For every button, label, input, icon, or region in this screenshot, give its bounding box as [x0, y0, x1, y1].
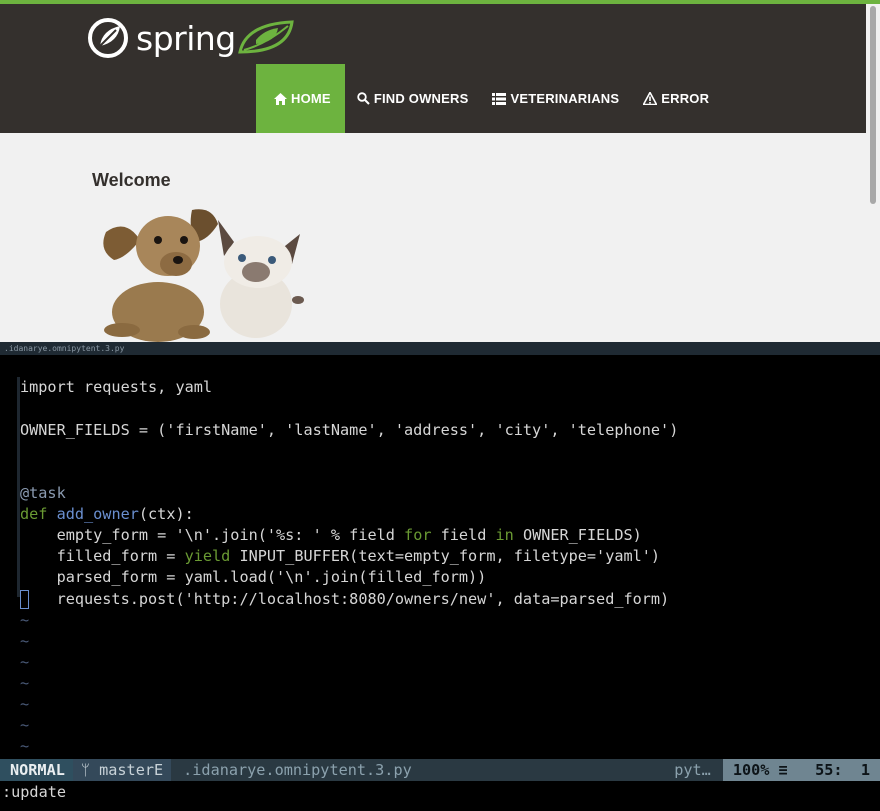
empty-line-marker: ~: [20, 653, 30, 671]
keyword-yield: yield: [184, 547, 231, 565]
keyword-for: for: [404, 526, 432, 544]
nav-error[interactable]: ERROR: [631, 64, 721, 133]
nav-find-owners-label: FIND OWNERS: [373, 91, 469, 106]
empty-line-marker: ~: [20, 737, 30, 755]
pets-image: [103, 209, 304, 342]
vim-statusline: NORMAL ᛘ masterE .idanarye.omnipytent.3.…: [0, 759, 880, 781]
code-line-11[interactable]: requests.post('http://localhost:8080/own…: [20, 589, 670, 610]
cat-paw: [292, 296, 304, 304]
page-scrollbar-thumb[interactable]: [870, 6, 876, 204]
nav-home[interactable]: HOME: [256, 64, 345, 133]
cat-eye-right: [268, 256, 276, 264]
vim-command-line[interactable]: :update: [0, 781, 880, 811]
nav-find-owners[interactable]: FIND OWNERS: [345, 64, 481, 133]
cat-eye-left: [238, 254, 246, 262]
navbar: spring HOME FIND OWNERS VETERINARIANS ER…: [0, 4, 866, 133]
function-params: (ctx):: [138, 505, 194, 523]
code-fragment: field: [431, 526, 496, 544]
dog-paw-left: [104, 323, 140, 337]
file-name: .idanarye.omnipytent.3.py: [183, 761, 412, 779]
code-line-3[interactable]: OWNER_FIELDS = ('firstName', 'lastName',…: [20, 420, 678, 441]
line-column: 55: 1: [815, 761, 870, 779]
function-name: add_owner: [56, 505, 139, 523]
empty-line-marker: ~: [20, 632, 30, 650]
code-fragment: empty_form = '\n'.join('%s: ' % field: [20, 526, 405, 544]
code-fragment: filled_form =: [20, 547, 185, 565]
scroll-percent: 100% ≡: [732, 761, 788, 779]
spring-leaf-icon: [88, 18, 128, 58]
text-cursor: [20, 590, 29, 609]
keyword-def: def: [20, 505, 48, 523]
nav-error-label: ERROR: [661, 91, 710, 106]
nav-veterinarians-label: VETERINARIANS: [510, 91, 620, 106]
search-icon: [357, 92, 370, 105]
code-line-8[interactable]: empty_form = '\n'.join('%s: ' % field fo…: [20, 525, 642, 546]
brand-text: spring: [136, 19, 236, 58]
dog-muzzle: [160, 252, 192, 276]
dog-eye-right: [180, 236, 188, 244]
code-fragment: INPUT_BUFFER(text=empty_form, filetype='…: [230, 547, 661, 565]
nav-home-label: HOME: [291, 91, 331, 106]
dog-ear-left: [103, 226, 140, 260]
dog-eye-left: [154, 236, 162, 244]
file-type: pyt…: [674, 761, 711, 779]
empty-line-marker: ~: [20, 611, 30, 629]
code-fragment: OWNER_FIELDS): [513, 526, 642, 544]
spring-logo[interactable]: spring: [86, 16, 316, 60]
nav-veterinarians[interactable]: VETERINARIANS: [480, 64, 631, 133]
code-line-1[interactable]: import requests, yaml: [20, 377, 212, 398]
cursor-position: 100% ≡ 55: 1: [722, 759, 880, 781]
main-nav: HOME FIND OWNERS VETERINARIANS ERROR: [256, 64, 721, 133]
empty-line-marker: ~: [20, 716, 30, 734]
git-branch: ᛘ masterE: [72, 759, 172, 781]
home-icon: [274, 92, 287, 105]
dog-nose: [173, 256, 183, 264]
code-line-9[interactable]: filled_form = yield INPUT_BUFFER(text=em…: [20, 546, 661, 567]
cat-mask: [242, 262, 270, 282]
code-line-6[interactable]: @task: [20, 483, 66, 504]
code-line-7[interactable]: def add_owner(ctx):: [20, 504, 194, 525]
code-line-10[interactable]: parsed_form = yaml.load('\n'.join(filled…: [20, 567, 487, 588]
pet-clinic-leaf-icon: [238, 20, 294, 54]
empty-line-marker: ~: [20, 674, 30, 692]
list-icon: [492, 92, 507, 105]
browser-viewport: spring HOME FIND OWNERS VETERINARIANS ER…: [0, 0, 880, 342]
warning-icon: [643, 92, 658, 105]
empty-line-marker: ~: [20, 695, 30, 713]
page-title: Welcome: [92, 170, 171, 190]
page-scrollbar[interactable]: [866, 4, 880, 342]
mode-indicator: NORMAL: [0, 759, 73, 781]
dog-paw-right: [178, 325, 210, 339]
tmux-pane-title: .idanarye.omnipytent.3.py: [0, 342, 880, 355]
keyword-in: in: [495, 526, 514, 544]
